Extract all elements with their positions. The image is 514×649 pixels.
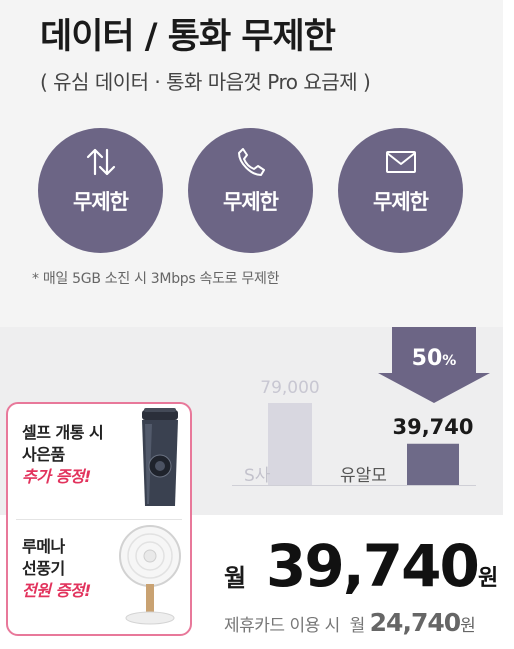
data-arrows-icon — [38, 146, 163, 178]
category-label: 유알모 — [340, 466, 387, 486]
gift-1-accent: 추가 증정! — [22, 467, 91, 486]
gift-1-text: 셀프 개통 시 사은품 추가 증정! — [22, 422, 104, 488]
tumbler-image — [142, 408, 178, 506]
card-price-amount: 24,740 — [369, 608, 461, 637]
monthly-price: 39,740 — [266, 532, 480, 600]
monthly-label: 월 — [224, 564, 247, 592]
bar-s-company — [268, 403, 312, 485]
gift-card: 셀프 개통 시 사은품 추가 증정! 루메나 선풍기 전원 증정! — [6, 402, 192, 636]
category-label: S사 — [244, 466, 271, 486]
benefit-label: 무제한 — [373, 190, 429, 214]
plan-title: 데이터 / 통화 무제한 — [40, 17, 336, 57]
benefit-call-unlimited: 무제한 — [188, 128, 313, 253]
phone-icon — [188, 146, 313, 178]
bar-value-label: 39,740 — [392, 415, 473, 439]
envelope-icon — [338, 146, 463, 178]
card-discount-price: 제휴카드 이용 시 월 24,740원 — [224, 608, 476, 637]
speed-footnote: * 매일 5GB 소진 시 3Mbps 속도로 무제한 — [32, 271, 280, 287]
gift-1-line2: 사은품 — [22, 445, 65, 464]
fan-image — [119, 525, 181, 625]
benefit-label: 무제한 — [223, 190, 279, 214]
gift-1-line1: 셀프 개통 시 — [22, 423, 104, 442]
plan-subtitle: ( 유심 데이터 · 통화 마음껏 Pro 요금제 ) — [40, 70, 371, 94]
benefit-data-unlimited: 무제한 — [38, 128, 163, 253]
gift-2-line2: 선풍기 — [22, 559, 65, 578]
bar-value-label: 79,000 — [260, 378, 319, 398]
benefit-label: 무제한 — [73, 190, 129, 214]
card-month-label: 월 — [349, 616, 366, 636]
bar-yualmo — [407, 443, 459, 485]
gift-2-text: 루메나 선풍기 전원 증정! — [22, 536, 91, 602]
card-discount-label: 제휴카드 이용 시 — [224, 616, 340, 636]
gift-2-line1: 루메나 — [22, 537, 65, 556]
gift-2-accent: 전원 증정! — [22, 581, 91, 600]
currency-unit: 원 — [478, 566, 499, 591]
card-currency-unit: 원 — [460, 616, 476, 636]
benefit-message-unlimited: 무제한 — [338, 128, 463, 253]
